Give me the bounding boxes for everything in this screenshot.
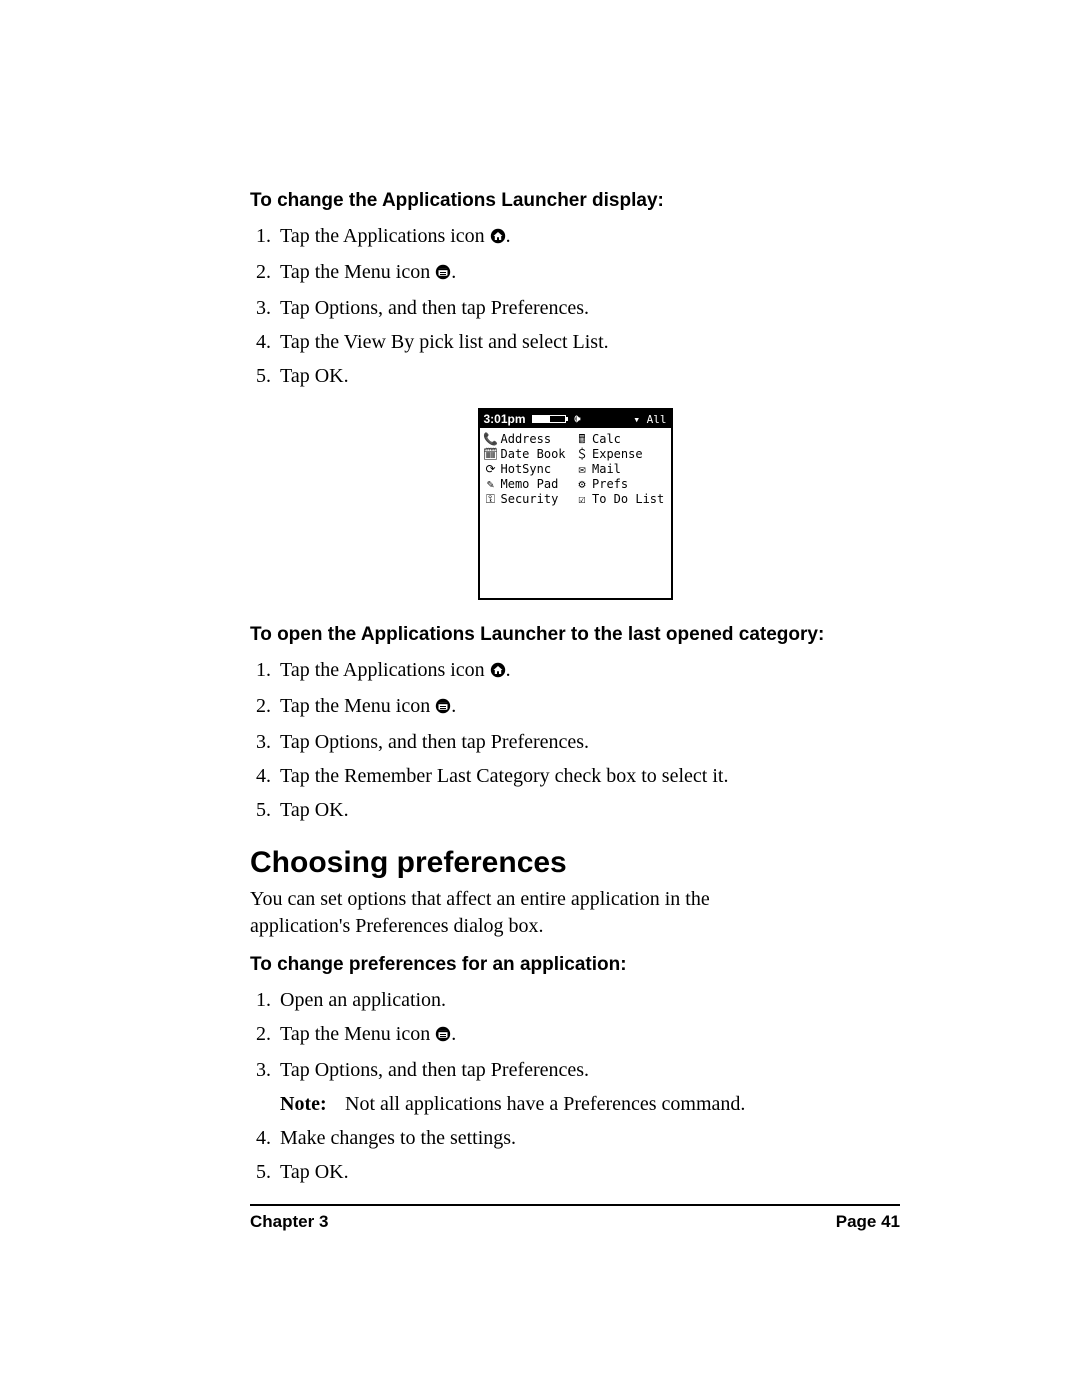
note-label: Note: — [280, 1090, 340, 1118]
steps-change-preferences: Open an application. Tap the Menu icon .… — [250, 986, 900, 1186]
sync-icon: ⟳ — [484, 462, 498, 477]
palm-app-datebook[interactable]: 🗓Date Book — [484, 447, 576, 462]
heading-change-launcher-display: To change the Applications Launcher disp… — [250, 190, 900, 212]
palm-app-hotsync[interactable]: ⟳HotSync — [484, 462, 576, 477]
palm-app-prefs[interactable]: ⚙Prefs — [575, 477, 667, 492]
palm-app-label: Memo Pad — [501, 477, 559, 492]
heading-change-preferences: To change preferences for an application… — [250, 954, 900, 976]
memo-icon: ✎ — [484, 477, 498, 492]
footer-chapter: Chapter 3 — [250, 1212, 328, 1232]
sliders-icon: ⚙ — [575, 477, 589, 492]
menu-icon — [435, 694, 451, 722]
step-1: Tap the Applications icon . — [276, 222, 900, 252]
speaker-icon: 🕩 — [574, 413, 581, 426]
steps-change-launcher-display: Tap the Applications icon . Tap the Menu… — [250, 222, 900, 390]
check-icon: ☑ — [575, 492, 589, 507]
intro-text: You can set options that affect an entir… — [250, 886, 750, 940]
menu-icon — [435, 260, 451, 288]
palm-right-column: 🖩Calc ＄Expense ✉Mail ⚙Prefs ☑To Do List — [575, 432, 667, 594]
palm-app-label: HotSync — [501, 462, 552, 477]
phone-icon: 📞 — [484, 432, 498, 447]
step-text: Tap the Applications icon — [280, 659, 490, 681]
palm-time: 3:01pm — [484, 412, 526, 426]
step-5: Tap OK. — [276, 796, 900, 824]
step-text-end: . — [451, 1023, 456, 1045]
palm-app-label: Mail — [592, 462, 621, 477]
step-5: Tap OK. — [276, 1158, 900, 1186]
palm-app-label: Date Book — [501, 447, 566, 462]
palm-app-label: Security — [501, 492, 559, 507]
step-2: Tap the Menu icon . — [276, 692, 900, 722]
footer-page: Page 41 — [836, 1212, 900, 1232]
step-text: Tap the Menu icon — [280, 1023, 435, 1045]
steps-open-last-category: Tap the Applications icon . Tap the Menu… — [250, 656, 900, 824]
calendar-icon: 🗓 — [484, 447, 498, 462]
dollar-icon: ＄ — [575, 447, 589, 462]
step-text-end: . — [506, 659, 511, 681]
step-4: Tap the Remember Last Category check box… — [276, 762, 900, 790]
applications-icon — [490, 224, 506, 252]
step-2: Tap the Menu icon . — [276, 1020, 900, 1050]
step-text: Tap Options, and then tap Preferences. — [280, 1059, 589, 1081]
step-2: Tap the Menu icon . — [276, 258, 900, 288]
step-1: Open an application. — [276, 986, 900, 1014]
step-4: Tap the View By pick list and select Lis… — [276, 328, 900, 356]
palm-app-security[interactable]: ⚿Security — [484, 492, 576, 507]
step-3: Tap Options, and then tap Preferences. — [276, 728, 900, 756]
palm-app-expense[interactable]: ＄Expense — [575, 447, 667, 462]
page-footer: Chapter 3 Page 41 — [250, 1212, 900, 1232]
palm-app-label: Calc — [592, 432, 621, 447]
palm-app-label: Expense — [592, 447, 643, 462]
applications-icon — [490, 658, 506, 686]
menu-icon — [435, 1022, 451, 1050]
heading-open-last-category: To open the Applications Launcher to the… — [250, 624, 900, 646]
palm-app-label: To Do List — [592, 492, 664, 507]
note-row: Note: Not all applications have a Prefer… — [280, 1090, 900, 1118]
step-1: Tap the Applications icon . — [276, 656, 900, 686]
footer-rule — [250, 1204, 900, 1206]
palm-app-label: Address — [501, 432, 552, 447]
step-5: Tap OK. — [276, 362, 900, 390]
palm-launcher-screenshot: 3:01pm 🕩 ▾ All 📞Address 🗓Date Book ⟳HotS… — [478, 408, 673, 600]
note-text: Not all applications have a Preferences … — [345, 1093, 745, 1115]
step-3: Tap Options, and then tap Preferences. — [276, 294, 900, 322]
step-4: Make changes to the settings. — [276, 1124, 900, 1152]
step-text: Tap the Menu icon — [280, 261, 435, 283]
mail-icon: ✉ — [575, 462, 589, 477]
step-text: Tap the Menu icon — [280, 695, 435, 717]
step-text-end: . — [451, 261, 456, 283]
palm-app-address[interactable]: 📞Address — [484, 432, 576, 447]
step-text: Tap the Applications icon — [280, 225, 490, 247]
calculator-icon: 🖩 — [575, 432, 589, 447]
palm-category-dropdown[interactable]: ▾ All — [633, 413, 666, 426]
palm-titlebar: 3:01pm 🕩 ▾ All — [480, 410, 671, 428]
key-icon: ⚿ — [484, 492, 498, 507]
battery-icon — [532, 415, 566, 423]
step-text-end: . — [451, 695, 456, 717]
palm-app-calc[interactable]: 🖩Calc — [575, 432, 667, 447]
step-3: Tap Options, and then tap Preferences. N… — [276, 1056, 900, 1118]
palm-app-memopad[interactable]: ✎Memo Pad — [484, 477, 576, 492]
step-text-end: . — [506, 225, 511, 247]
palm-left-column: 📞Address 🗓Date Book ⟳HotSync ✎Memo Pad ⚿… — [484, 432, 576, 594]
palm-app-todolist[interactable]: ☑To Do List — [575, 492, 667, 507]
palm-app-mail[interactable]: ✉Mail — [575, 462, 667, 477]
section-title-choosing-preferences: Choosing preferences — [250, 846, 900, 880]
palm-app-label: Prefs — [592, 477, 628, 492]
